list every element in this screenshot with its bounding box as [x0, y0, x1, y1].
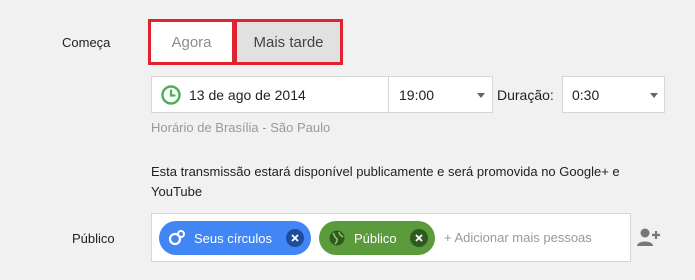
remove-chip-icon[interactable]: [410, 229, 428, 247]
date-picker[interactable]: 13 de ago de 2014: [151, 76, 389, 113]
chip-your-circles[interactable]: Seus círculos: [159, 221, 311, 255]
visibility-info: Esta transmissão estará disponível publi…: [151, 164, 620, 199]
starts-label: Começa: [62, 35, 111, 50]
later-button[interactable]: Mais tarde: [234, 19, 343, 65]
chip-public[interactable]: Público: [319, 221, 435, 255]
chevron-down-icon: [477, 93, 485, 98]
globe-icon: [329, 230, 345, 246]
circles-icon: [168, 230, 185, 246]
duration-select[interactable]: 0:30: [562, 76, 665, 113]
date-value: 13 de ago de 2014: [189, 86, 306, 103]
add-people-input[interactable]: + Adicionar mais pessoas: [444, 230, 592, 245]
duration-value: 0:30: [572, 86, 600, 103]
timezone-text: Horário de Brasília - São Paulo: [151, 120, 331, 135]
chip-label: Público: [354, 230, 397, 246]
audience-label: Público: [72, 231, 115, 246]
clock-icon: [161, 84, 181, 105]
chevron-down-icon: [650, 93, 658, 98]
chip-label: Seus círculos: [194, 230, 273, 246]
audience-field[interactable]: Seus círculos Público + Adicionar mais p…: [151, 213, 631, 262]
duration-label: Duração:: [497, 87, 554, 103]
add-person-icon[interactable]: [636, 226, 660, 248]
start-time-toggle: Agora Mais tarde: [148, 19, 343, 65]
remove-chip-icon[interactable]: [286, 229, 304, 247]
time-select[interactable]: 19:00: [389, 76, 493, 113]
now-button[interactable]: Agora: [148, 19, 235, 65]
time-value: 19:00: [399, 86, 435, 103]
